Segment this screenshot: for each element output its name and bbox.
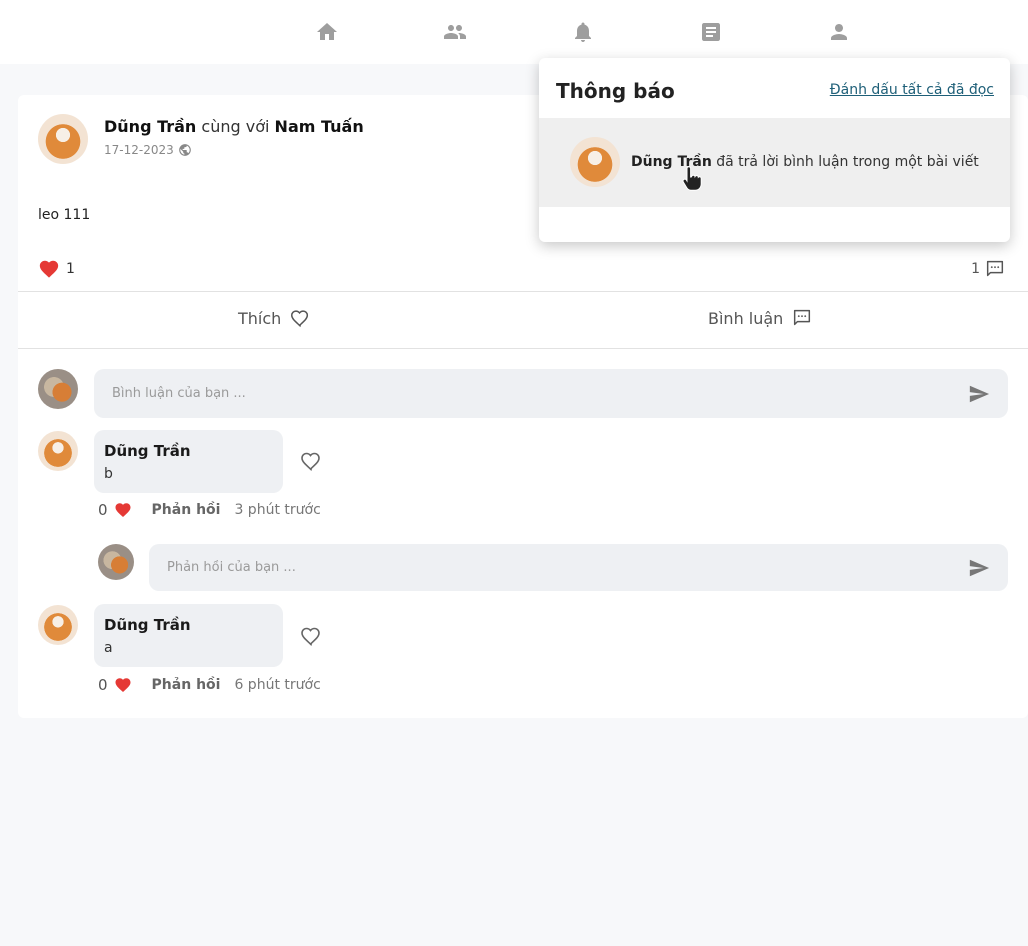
like-label: Thích <box>238 308 282 328</box>
current-user-avatar <box>38 369 78 409</box>
comment-like-count: 0 <box>98 501 108 519</box>
send-icon[interactable] <box>968 383 990 405</box>
hand-cursor-icon <box>682 166 702 191</box>
home-icon[interactable] <box>313 18 341 46</box>
notification-item[interactable]: Dũng Trần đã trả lời bình luận trong một… <box>539 118 1010 207</box>
reply-input[interactable] <box>149 544 1008 591</box>
notification-title: Thông báo <box>556 79 675 103</box>
comment-summary[interactable]: 1 <box>971 258 1006 280</box>
comment-time: 6 phút trước <box>234 677 321 693</box>
author-avatar[interactable] <box>38 114 88 164</box>
notification-message: đã trả lời bình luận trong một bài viết <box>716 154 979 170</box>
tagged-name[interactable]: Nam Tuấn <box>275 117 364 136</box>
comment-bubble: Dũng Trần b <box>94 430 283 493</box>
comment-input-box[interactable] <box>94 369 1008 418</box>
friends-icon[interactable] <box>441 18 469 46</box>
notification-dropdown: Thông báo Đánh dấu tất cả đã đọc Dũng Tr… <box>539 58 1010 242</box>
comment-time: 3 phút trước <box>234 502 321 518</box>
comment-text: a <box>104 640 113 656</box>
heart-filled-icon <box>114 501 132 519</box>
posts-icon[interactable] <box>697 18 725 46</box>
heart-filled-icon <box>38 258 60 280</box>
comment-bubble: Dũng Trần a <box>94 604 283 667</box>
commenter-name[interactable]: Dũng Trần <box>104 442 191 460</box>
commenter-name[interactable]: Dũng Trần <box>104 616 191 634</box>
top-nav <box>0 0 1028 64</box>
reply-button[interactable]: Phản hồi <box>152 502 221 518</box>
comment-like-icon[interactable] <box>299 449 323 473</box>
current-user-avatar <box>98 544 134 580</box>
comment-icon <box>794 309 811 326</box>
heart-outline-icon <box>291 310 309 328</box>
comment-input[interactable] <box>94 369 1008 418</box>
author-name[interactable]: Dũng Trần <box>104 117 196 136</box>
mark-all-read-link[interactable]: Đánh dấu tất cả đã đọc <box>830 82 994 98</box>
bell-icon[interactable] <box>569 18 597 46</box>
reply-input-box[interactable] <box>149 544 1008 591</box>
notification-avatar <box>570 137 620 187</box>
like-summary[interactable]: 1 <box>38 258 75 280</box>
comment-icon <box>984 258 1006 280</box>
heart-filled-icon <box>114 676 132 694</box>
post-date: 17-12-2023 <box>104 143 174 157</box>
like-button[interactable]: Thích <box>238 307 311 329</box>
comment-like-icon[interactable] <box>299 624 323 648</box>
profile-icon[interactable] <box>825 18 853 46</box>
comment-meta: 0 Phản hồi 3 phút trước <box>98 501 321 519</box>
divider <box>18 291 1028 292</box>
commenter-avatar[interactable] <box>38 605 78 645</box>
comment-meta: 0 Phản hồi 6 phút trước <box>98 676 321 694</box>
with-text: cùng với <box>201 117 270 136</box>
comment-button[interactable]: Bình luận <box>708 307 813 329</box>
post-author-line: Dũng Trần cùng với Nam Tuấn <box>104 117 364 136</box>
send-icon[interactable] <box>968 557 990 579</box>
globe-icon <box>178 142 192 156</box>
post-content: leo 111 <box>38 207 91 223</box>
reply-button[interactable]: Phản hồi <box>152 677 221 693</box>
comment-like-count: 0 <box>98 676 108 694</box>
divider <box>18 348 1028 349</box>
comment-count: 1 <box>971 261 980 277</box>
commenter-avatar[interactable] <box>38 431 78 471</box>
comment-text: b <box>104 466 113 482</box>
comment-label: Bình luận <box>708 308 784 328</box>
like-count: 1 <box>66 261 75 277</box>
